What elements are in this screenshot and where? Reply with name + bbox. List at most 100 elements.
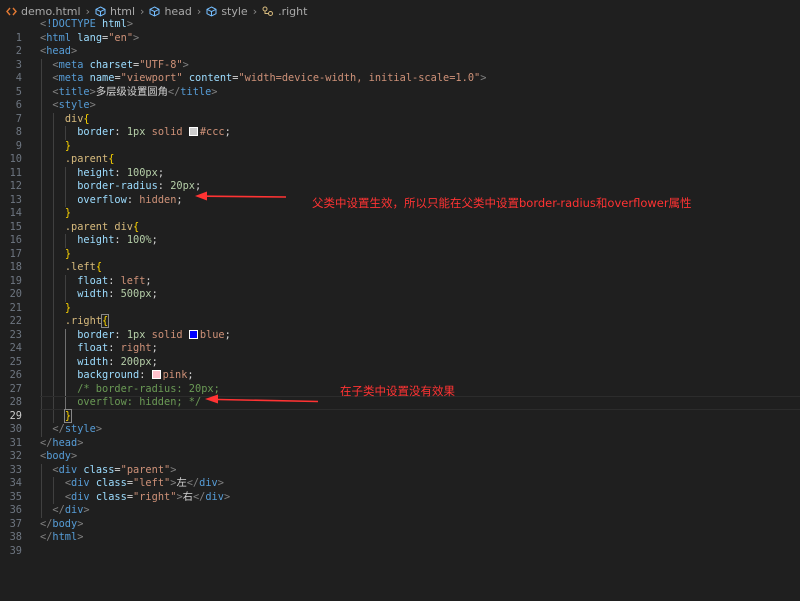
attr-value: "left"	[133, 477, 171, 489]
code-editor[interactable]: 1 <!DOCTYPE html> 2 <html lang="en"> 3 <…	[0, 18, 800, 557]
annotation-arrow-parent	[195, 191, 287, 201]
element-text: 右	[182, 490, 193, 503]
css-property: border	[77, 328, 115, 341]
code-line: 1 <!DOCTYPE html>	[0, 18, 800, 44]
code-line: 37 </div>	[0, 504, 800, 530]
css-comment: overflow: hidden; */	[77, 396, 202, 408]
code-line: 10 }	[0, 139, 800, 165]
code-line: 23 .right{	[0, 314, 800, 341]
element-cube-icon	[206, 5, 217, 17]
code-line: 24 border: 1px solid blue;	[0, 328, 800, 354]
css-property: float	[77, 274, 109, 287]
code-line: 22 }	[0, 301, 800, 327]
code-line: 5 <meta name="viewport" content="width=d…	[0, 72, 800, 98]
code-line: 11 .parent{	[0, 153, 800, 179]
chevron-right-icon: ›	[252, 4, 258, 18]
attr-value: "parent"	[120, 463, 171, 476]
color-swatch[interactable]	[151, 370, 161, 379]
code-line: 2 <html lang="en">	[0, 31, 800, 58]
code-line: 36 <div class="right">右</div>	[0, 490, 800, 516]
code-line: 34 <div class="parent">	[0, 463, 800, 489]
breadcrumb-item-html[interactable]: html	[95, 5, 135, 18]
css-selector: .parent	[64, 153, 109, 165]
code-line: 3 <head>	[0, 45, 800, 71]
css-selector-icon	[262, 6, 274, 17]
code-line: 38 </body>	[0, 518, 800, 544]
breadcrumb-item-head[interactable]: head	[149, 4, 192, 18]
attr-value: "width=device-width, initial-scale=1.0"	[238, 72, 481, 84]
code-line: 19 .left{	[0, 261, 800, 287]
css-selector: .parent div	[64, 220, 134, 233]
breadcrumb-item-right[interactable]: .right	[262, 5, 307, 18]
breadcrumb-item-label: html	[109, 4, 136, 18]
breadcrumb-item-label: head	[164, 4, 192, 18]
title-text: 多层级设置圆角	[95, 85, 168, 98]
css-property: width	[77, 355, 109, 368]
css-property: border	[77, 126, 115, 138]
css-property: height	[77, 234, 115, 246]
code-line: 31 </style>	[0, 423, 800, 449]
css-comment: /* border-radius: 20px;	[77, 382, 220, 395]
attr-name: content	[188, 72, 233, 84]
attr-name: class	[95, 490, 127, 503]
code-line: 27 background: pink;	[0, 369, 800, 395]
element-cube-icon	[149, 5, 160, 17]
code-line: 7 <style>	[0, 99, 800, 125]
attr-name: charset	[89, 58, 134, 71]
color-swatch[interactable]	[188, 127, 198, 136]
code-line: 25 float: right;	[0, 342, 800, 368]
code-line: 32 </head>	[0, 437, 800, 463]
code-line: 20 float: left;	[0, 274, 800, 300]
attr-name: name	[89, 72, 115, 84]
breadcrumb-item-style[interactable]: style	[206, 4, 248, 18]
css-property: border-radius	[77, 180, 158, 192]
breadcrumb-item-label: .right	[278, 4, 308, 18]
chevron-right-icon: ›	[140, 4, 145, 18]
annotation-parent-note: 父类中设置生效，所以只能在父类中设置border-radius和overflow…	[312, 196, 692, 210]
attr-name: class	[95, 477, 127, 489]
code-line: 8 div{	[0, 112, 800, 138]
annotation-child-note: 在子类中设置没有效果	[340, 384, 455, 398]
code-line: 35 <div class="left">左</div>	[0, 477, 800, 503]
attr-value: "UTF-8"	[139, 58, 183, 71]
code-line: 17 height: 100%;	[0, 234, 800, 260]
element-text: 左	[176, 477, 187, 489]
breadcrumb-file[interactable]: demo.html	[6, 5, 81, 18]
code-line: 18 }	[0, 247, 800, 273]
annotation-arrow-child	[205, 394, 319, 404]
code-line: 39 </html>	[0, 531, 800, 557]
css-property: width	[77, 288, 109, 300]
html-file-icon	[6, 6, 17, 17]
doctype-html: html	[102, 18, 127, 30]
attr-value: "viewport"	[120, 72, 183, 84]
code-line: 26 width: 200px;	[0, 355, 800, 381]
code-line: 30 }	[0, 408, 800, 435]
doctype-keyword: !DOCTYPE	[46, 18, 96, 30]
css-selector: div	[64, 112, 84, 125]
css-selector: .left	[64, 261, 96, 273]
css-property: background	[77, 369, 140, 381]
line-number: 39	[9, 544, 22, 557]
code-line: 12 height: 100px;	[0, 166, 800, 192]
color-swatch[interactable]	[188, 329, 198, 339]
css-property: float	[77, 342, 109, 354]
breadcrumb-item-label: style	[221, 4, 248, 18]
chevron-right-icon: ›	[85, 4, 90, 18]
attr-name: class	[83, 463, 115, 476]
code-line: 33 <body>	[0, 450, 800, 476]
attr-name: lang	[77, 31, 103, 44]
code-line: 9 border: 1px solid #ccc;	[0, 126, 800, 152]
css-property: height	[77, 166, 115, 179]
element-cube-icon	[95, 5, 106, 17]
chevron-right-icon: ›	[196, 4, 202, 18]
code-line: 4 <meta charset="UTF-8">	[0, 58, 800, 84]
code-line: 21 width: 500px;	[0, 288, 800, 314]
css-selector: .right	[64, 315, 103, 327]
css-property: overflow	[77, 193, 127, 206]
breadcrumb-file-label: demo.html	[21, 4, 81, 18]
code-line: 6 <title>多层级设置圆角</title>	[0, 85, 800, 111]
attr-value: "en"	[108, 31, 134, 44]
code-line: 16 .parent div{	[0, 220, 800, 246]
code-line: 13 border-radius: 20px;	[0, 180, 800, 206]
attr-value: "right"	[133, 490, 177, 503]
